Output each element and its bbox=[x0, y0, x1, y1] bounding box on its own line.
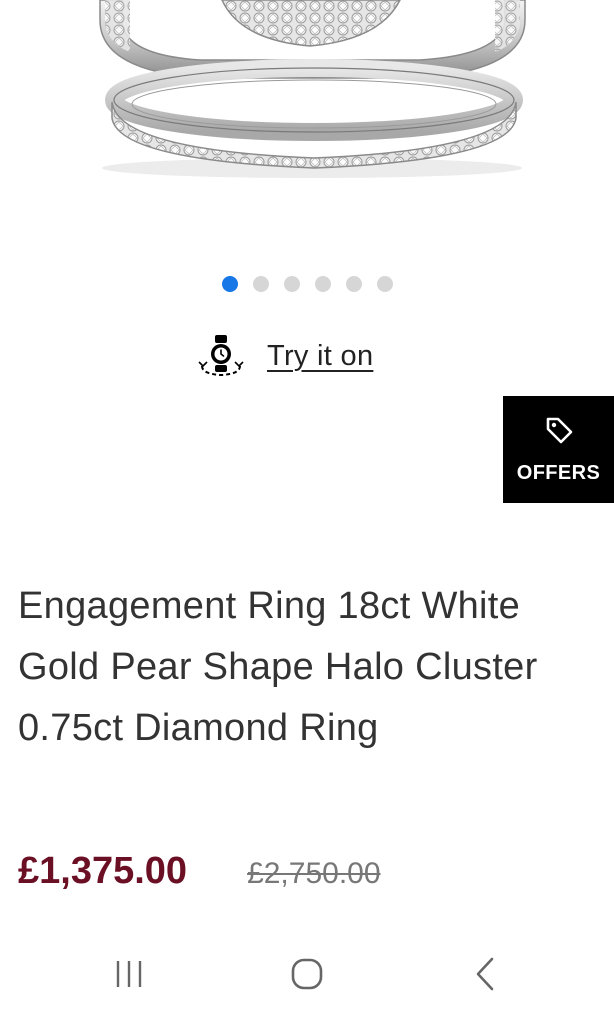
offers-label: OFFERS bbox=[516, 461, 601, 484]
ring-photo bbox=[99, 0, 526, 178]
try-it-on-label[interactable]: Try it on bbox=[267, 340, 373, 373]
product-image[interactable] bbox=[0, 0, 614, 240]
carousel-dot[interactable] bbox=[221, 276, 238, 292]
back-button[interactable] bbox=[455, 946, 515, 1006]
back-icon bbox=[470, 956, 500, 997]
carousel-dot[interactable] bbox=[376, 276, 393, 292]
carousel-dot[interactable] bbox=[252, 276, 269, 292]
original-price: £2,750.00 bbox=[247, 857, 381, 890]
product-page: Try it on OFFERS Engagement Ring 18ct Wh… bbox=[0, 0, 614, 1024]
try-it-on-button[interactable]: Try it on bbox=[195, 328, 373, 384]
offers-tab[interactable]: OFFERS bbox=[503, 396, 614, 503]
home-icon bbox=[289, 956, 325, 997]
recent-apps-button[interactable] bbox=[99, 946, 159, 1006]
carousel-dot[interactable] bbox=[283, 276, 300, 292]
recent-apps-icon bbox=[112, 957, 146, 996]
ar-try-on-icon bbox=[195, 328, 247, 385]
home-button[interactable] bbox=[277, 946, 337, 1006]
carousel-pagination bbox=[0, 276, 614, 294]
price-row: £1,375.00 £2,750.00 bbox=[18, 850, 381, 893]
current-price: £1,375.00 bbox=[18, 850, 188, 892]
system-navigation-bar bbox=[0, 928, 614, 1024]
carousel-dot[interactable] bbox=[345, 276, 362, 292]
carousel-dot[interactable] bbox=[314, 276, 331, 292]
tag-icon bbox=[544, 415, 574, 450]
product-title: Engagement Ring 18ct White Gold Pear Sha… bbox=[18, 585, 538, 749]
